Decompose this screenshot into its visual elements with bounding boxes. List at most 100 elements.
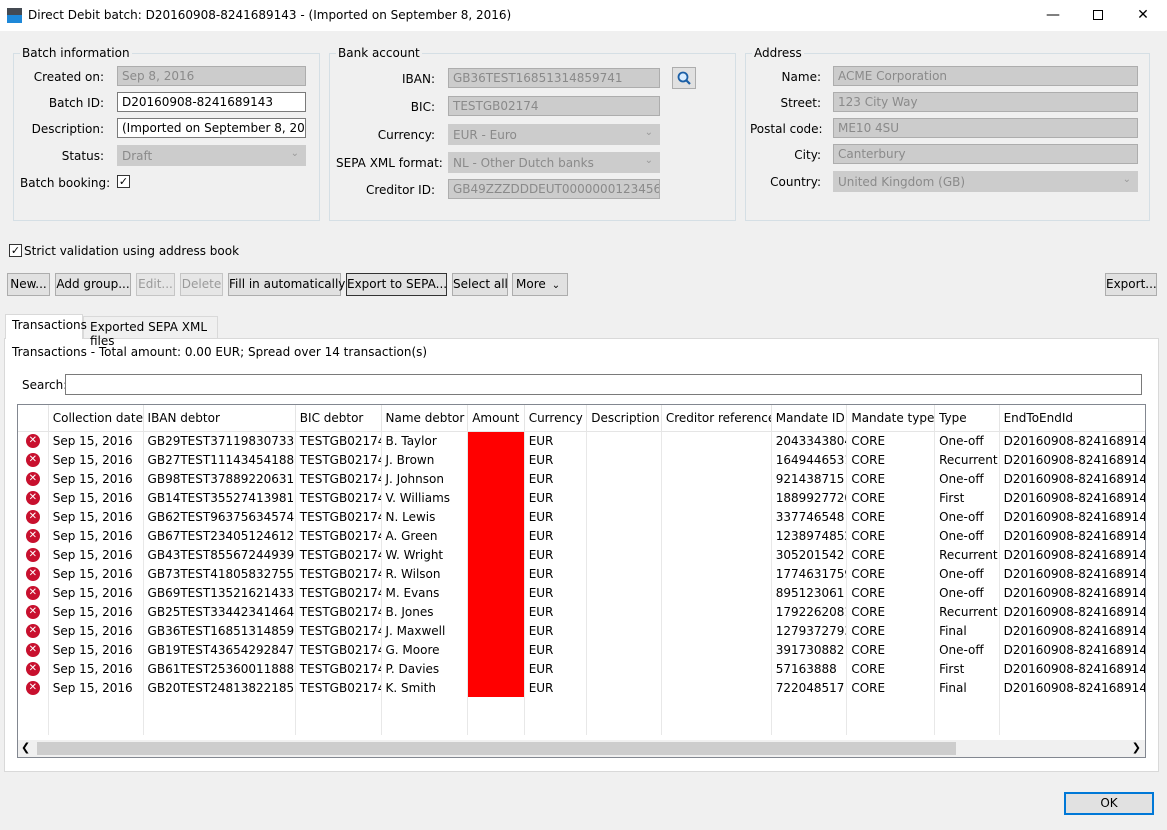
search-icon	[677, 71, 691, 85]
table-row[interactable]: ✕ Sep 15, 2016GB98TEST37889220631550TESTG…	[18, 469, 1145, 488]
table-row[interactable]: ✕ Sep 15, 2016GB61TEST25360011888663TESTG…	[18, 659, 1145, 678]
batch-booking-checkbox[interactable]: ✓	[117, 175, 130, 188]
table-cell: GB25TEST33442341464866	[143, 602, 296, 621]
transactions-table[interactable]: Collection date IBAN debtor BIC debtor Name…	[17, 404, 1146, 758]
column-header[interactable]: Name debtor	[381, 405, 469, 432]
column-header[interactable]: Type	[934, 405, 1000, 432]
column-header-status[interactable]	[18, 405, 49, 432]
table-cell: CORE	[846, 678, 936, 697]
sepa-format-label: SEPA XML format:	[336, 156, 443, 170]
column-header[interactable]: Amount	[467, 405, 525, 432]
bic-field[interactable]: TESTGB02174	[448, 96, 660, 116]
iban-label: IBAN:	[402, 72, 435, 86]
description-label: Description:	[31, 122, 104, 136]
table-row[interactable]: ✕ Sep 15, 2016GB14TEST35527413981214TESTG…	[18, 488, 1145, 507]
export-button[interactable]: Export...	[1105, 273, 1157, 296]
new-button[interactable]: New...	[7, 273, 50, 296]
country-select[interactable]: United Kingdom (GB) ⌄	[833, 171, 1138, 192]
iban-lookup-button[interactable]	[672, 67, 696, 89]
table-cell: GB36TEST16851314859741	[143, 621, 296, 640]
table-row[interactable]: ✕ Sep 15, 2016GB69TEST13521621433391TESTG…	[18, 583, 1145, 602]
table-cell: CORE	[846, 526, 936, 545]
table-row[interactable]: ✕ Sep 15, 2016GB43TEST85567244939297TESTG…	[18, 545, 1145, 564]
table-cell	[661, 469, 772, 488]
title-bar: Direct Debit batch: D20160908-8241689143…	[0, 0, 1167, 31]
table-cell: B. Taylor	[381, 431, 469, 450]
created-on-field[interactable]: Sep 8, 2016	[117, 66, 306, 86]
empty-cell	[381, 697, 469, 716]
creditor-id-label: Creditor ID:	[366, 183, 435, 197]
city-field[interactable]: Canterbury	[833, 144, 1138, 164]
delete-button[interactable]: Delete	[180, 273, 223, 296]
empty-cell	[524, 716, 588, 735]
tab-transactions[interactable]: Transactions	[5, 314, 87, 339]
column-header[interactable]: Collection date	[48, 405, 144, 432]
description-field[interactable]: (Imported on September 8, 2016)	[117, 118, 306, 138]
ok-button[interactable]: OK	[1064, 792, 1154, 815]
add-group-button[interactable]: Add group...	[55, 273, 131, 296]
more-button[interactable]: More ⌄	[512, 273, 568, 296]
column-header[interactable]: BIC debtor	[295, 405, 382, 432]
strict-validation-label[interactable]: Strict validation using address book	[24, 244, 239, 258]
iban-field[interactable]: GB36TEST16851314859741	[448, 68, 660, 88]
column-header[interactable]: IBAN debtor	[143, 405, 296, 432]
chevron-right-icon[interactable]: ❯	[1132, 741, 1141, 754]
table-row[interactable]: ✕ Sep 15, 2016GB27TEST11143454188059TESTG…	[18, 450, 1145, 469]
table-cell: J. Brown	[381, 450, 469, 469]
table-row[interactable]: ✕ Sep 15, 2016GB25TEST33442341464866TESTG…	[18, 602, 1145, 621]
status-select[interactable]: Draft ⌄	[117, 145, 306, 166]
column-header[interactable]: Description	[586, 405, 662, 432]
street-field[interactable]: 123 City Way	[833, 92, 1138, 112]
table-row[interactable]: ✕ Sep 15, 2016GB62TEST96375634574145TESTG…	[18, 507, 1145, 526]
scrollbar-thumb[interactable]	[37, 742, 956, 755]
column-header[interactable]: Mandate type	[846, 405, 936, 432]
column-header[interactable]: Creditor reference	[661, 405, 772, 432]
table-cell: EUR	[524, 564, 588, 583]
table-cell: D20160908-8241689143-3813	[999, 545, 1145, 564]
row-status-cell: ✕	[18, 507, 49, 526]
table-cell: D20160908-8241689143-9256	[999, 469, 1145, 488]
empty-cell	[661, 716, 772, 735]
name-field[interactable]: ACME Corporation	[833, 66, 1138, 86]
table-row[interactable]: ✕ Sep 15, 2016GB20TEST24813822185568TESTG…	[18, 678, 1145, 697]
chevron-left-icon[interactable]: ❮	[21, 741, 30, 754]
column-header[interactable]: Mandate ID	[771, 405, 848, 432]
horizontal-scrollbar[interactable]: ❮ ❯	[18, 740, 1145, 757]
select-all-button[interactable]: Select all	[452, 273, 508, 296]
table-cell: TESTGB02174	[295, 488, 382, 507]
close-button[interactable]: ✕	[1120, 0, 1166, 31]
creditor-id-field[interactable]: GB49ZZZDDDEUT0000000123456	[448, 179, 660, 199]
table-cell: K. Smith	[381, 678, 469, 697]
table-row[interactable]: ✕ Sep 15, 2016GB67TEST23405124612377TESTG…	[18, 526, 1145, 545]
search-input[interactable]	[65, 374, 1142, 395]
table-row[interactable]: ✕ Sep 15, 2016GB19TEST43654292847074TESTG…	[18, 640, 1145, 659]
fill-automatically-button[interactable]: Fill in automatically	[228, 273, 345, 296]
table-row[interactable]: ✕ Sep 15, 2016GB73TEST41805832755096TESTG…	[18, 564, 1145, 583]
country-label: Country:	[770, 175, 821, 189]
empty-cell	[771, 716, 848, 735]
empty-cell	[771, 697, 848, 716]
table-cell: CORE	[846, 431, 936, 450]
table-cell	[661, 507, 772, 526]
minimize-button[interactable]: —	[1030, 0, 1076, 31]
table-cell: Final	[934, 678, 1000, 697]
currency-select[interactable]: EUR - Euro ⌄	[448, 124, 660, 145]
sepa-format-select[interactable]: NL - Other Dutch banks ⌄	[448, 152, 660, 173]
amount-cell	[467, 602, 525, 621]
export-to-sepa-button[interactable]: Export to SEPA...	[346, 273, 447, 296]
edit-button[interactable]: Edit...	[136, 273, 175, 296]
batch-id-field[interactable]: D20160908-8241689143	[117, 92, 306, 112]
chevron-down-icon: ⌄	[644, 155, 653, 166]
row-status-cell: ✕	[18, 640, 49, 659]
table-cell: EUR	[524, 450, 588, 469]
column-header[interactable]: Currency	[524, 405, 588, 432]
table-row[interactable]: ✕ Sep 15, 2016GB36TEST16851314859741TESTG…	[18, 621, 1145, 640]
table-cell	[661, 564, 772, 583]
tab-exported-sepa-xml-files[interactable]: Exported SEPA XML files	[83, 316, 218, 348]
table-row[interactable]: ✕ Sep 15, 2016GB29TEST37119830733973TESTG…	[18, 431, 1145, 450]
batch-id-label: Batch ID:	[48, 96, 104, 110]
postal-code-field[interactable]: ME10 4SU	[833, 118, 1138, 138]
column-header[interactable]: EndToEndId	[999, 405, 1145, 432]
strict-validation-checkbox[interactable]: ✓	[9, 244, 22, 257]
maximize-button[interactable]	[1075, 0, 1121, 31]
